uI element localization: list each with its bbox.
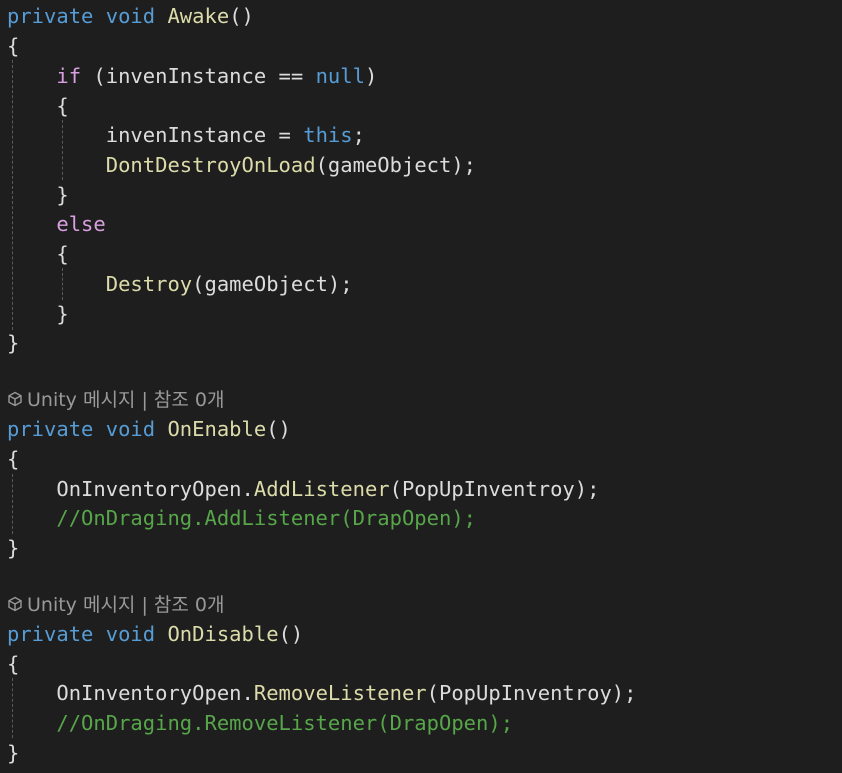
identifier: OnInventoryOpen (56, 681, 242, 705)
operator-equals: == (266, 64, 316, 88)
code-line[interactable]: private void Awake() (7, 1, 254, 31)
call-args: (PopUpInventroy); (426, 681, 637, 705)
codelens-references[interactable]: Unity 메시지 | 참조 0개 (7, 387, 224, 413)
keyword-void: void (105, 622, 156, 646)
codelens-text[interactable]: Unity 메시지 | 참조 0개 (27, 594, 224, 616)
code-line[interactable]: { (7, 649, 19, 679)
code-line[interactable]: } (7, 328, 19, 358)
code-line[interactable]: { (7, 91, 69, 121)
code-line[interactable]: OnInventoryOpen.RemoveListener(PopUpInve… (7, 678, 636, 708)
keyword-private: private (7, 4, 94, 28)
dot: . (241, 477, 254, 501)
paren-open: ( (93, 64, 106, 88)
code-line[interactable]: } (7, 299, 69, 329)
close-brace: } (56, 183, 69, 207)
code-line[interactable]: } (7, 738, 19, 768)
open-brace: { (56, 242, 69, 266)
method-call: Destroy (105, 272, 193, 296)
dot: . (241, 681, 254, 705)
unity-cube-icon (8, 596, 22, 612)
code-line[interactable]: //OnDraging.RemoveListener(DrapOpen); (7, 708, 513, 738)
identifier: OnInventoryOpen (56, 477, 242, 501)
call-args: (gameObject); (315, 153, 477, 177)
method-call: RemoveListener (253, 681, 427, 705)
codelens-text[interactable]: Unity 메시지 | 참조 0개 (27, 389, 224, 411)
comment: //OnDraging.AddListener(DrapOpen); (56, 506, 477, 530)
parens: () (278, 622, 304, 646)
code-line[interactable]: invenInstance = this; (7, 120, 365, 150)
keyword-void: void (105, 417, 156, 441)
open-brace: { (7, 447, 20, 471)
comment: //OnDraging.RemoveListener(DrapOpen); (56, 711, 514, 735)
keyword-private: private (7, 417, 94, 441)
identifier: invenInstance (105, 123, 267, 147)
keyword-else: else (56, 212, 106, 236)
code-line[interactable]: Destroy(gameObject); (7, 269, 353, 299)
code-line[interactable]: } (7, 533, 19, 563)
code-line[interactable]: if (invenInstance == null) (7, 61, 377, 91)
unity-cube-icon (8, 391, 22, 407)
code-line[interactable]: private void OnDisable() (7, 619, 303, 649)
code-line[interactable]: OnInventoryOpen.AddListener(PopUpInventr… (7, 474, 599, 504)
keyword-this: this (303, 123, 353, 147)
close-brace: } (7, 331, 20, 355)
close-brace: } (7, 536, 20, 560)
method-call: AddListener (253, 477, 390, 501)
open-brace: { (56, 94, 69, 118)
code-line[interactable]: DontDestroyOnLoad(gameObject); (7, 150, 476, 180)
code-line[interactable]: else (7, 209, 106, 239)
parens: () (229, 4, 254, 28)
keyword-private: private (7, 622, 94, 646)
code-line[interactable]: { (7, 444, 19, 474)
parens: () (266, 417, 291, 441)
method-name-awake: Awake (167, 4, 230, 28)
code-line[interactable]: private void OnEnable() (7, 414, 291, 444)
close-brace: } (7, 741, 20, 765)
semicolon: ; (352, 123, 365, 147)
method-name-onenable: OnEnable (167, 417, 267, 441)
call-args: (gameObject); (192, 272, 353, 296)
close-brace: } (56, 302, 69, 326)
code-line[interactable]: } (7, 180, 69, 210)
method-call: DontDestroyOnLoad (105, 153, 316, 177)
keyword-null: null (315, 64, 365, 88)
open-brace: { (7, 34, 20, 58)
open-brace: { (7, 652, 20, 676)
paren-close: ) (364, 64, 378, 88)
codelens-references[interactable]: Unity 메시지 | 참조 0개 (7, 592, 224, 618)
method-name-ondisable: OnDisable (167, 622, 279, 646)
code-line[interactable]: //OnDraging.AddListener(DrapOpen); (7, 503, 476, 533)
code-editor[interactable]: private void Awake() { if (invenInstance… (0, 0, 842, 773)
keyword-void: void (105, 4, 156, 28)
operator-assign: = (266, 123, 304, 147)
code-line[interactable]: { (7, 239, 69, 269)
identifier: invenInstance (105, 64, 267, 88)
keyword-if: if (56, 64, 82, 88)
code-line[interactable]: { (7, 31, 19, 61)
call-args: (PopUpInventroy); (389, 477, 600, 501)
